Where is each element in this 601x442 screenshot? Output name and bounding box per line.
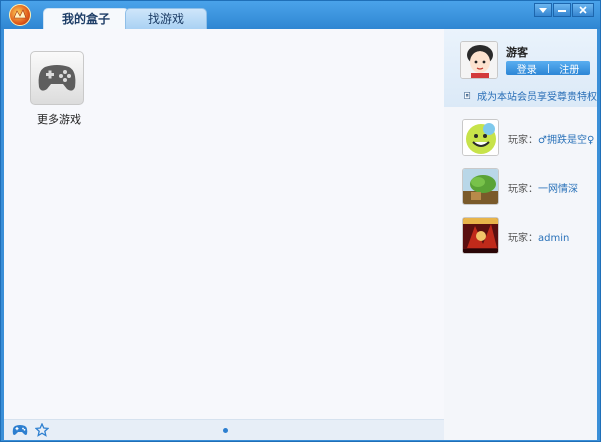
list-item[interactable]: 玩家：♂拥跌是空♀ — [462, 119, 597, 168]
auth-buttons: 登录 注册 — [506, 61, 591, 76]
list-item[interactable]: 玩家：一网情深 — [462, 168, 597, 217]
player-entry: 玩家：♂拥跌是空♀ — [508, 131, 594, 146]
user-profile-panel: 游客 登录 注册 成为本站会员享受尊贵特权 — [444, 29, 597, 107]
close-icon — [579, 6, 587, 14]
sidebar: 游客 登录 注册 成为本站会员享受尊贵特权 玩家：♂拥跌是空♀ 玩家：一网情深 … — [444, 29, 597, 440]
app-window: 我的盒子 找游戏 更多游戏 游客 登录 注册 成为本站会员享受尊贵特权 玩家：♂… — [0, 0, 601, 442]
player-name[interactable]: ♂拥跌是空♀ — [538, 135, 594, 146]
guest-avatar[interactable] — [460, 41, 498, 79]
minimize-button[interactable] — [553, 3, 571, 17]
tab-label: 我的盒子 — [61, 12, 110, 26]
game-tile-more-games[interactable]: 更多游戏 — [30, 51, 86, 127]
vip-promo-link[interactable]: 成为本站会员享受尊贵特权 — [464, 88, 597, 103]
register-button[interactable]: 注册 — [549, 61, 591, 76]
game-label: 更多游戏 — [37, 113, 81, 126]
gamepad-small-icon[interactable] — [12, 423, 28, 437]
minimize-icon — [558, 9, 566, 12]
tab-label: 找游戏 — [147, 12, 184, 26]
star-icon[interactable] — [35, 423, 49, 437]
app-logo-icon[interactable] — [9, 4, 31, 26]
player-name[interactable]: 一网情深 — [538, 184, 578, 195]
player-name[interactable]: admin — [538, 233, 569, 244]
list-item[interactable]: 玩家：admin — [462, 217, 597, 266]
game-box-area: 更多游戏 — [4, 29, 444, 440]
player-prefix: 玩家： — [508, 135, 538, 146]
red-dragon-icon[interactable] — [462, 217, 499, 254]
vip-promo-text: 成为本站会员享受尊贵特权 — [477, 92, 597, 103]
player-prefix: 玩家： — [508, 233, 538, 244]
player-prefix: 玩家： — [508, 184, 538, 195]
tree-landscape-icon[interactable] — [462, 168, 499, 205]
chevron-down-icon — [539, 7, 547, 13]
bottom-toolbar — [4, 419, 444, 440]
login-button[interactable]: 登录 — [506, 61, 548, 76]
player-entry: 玩家：admin — [508, 229, 569, 244]
member-card-icon — [464, 92, 471, 99]
gamepad-icon[interactable] — [30, 51, 84, 105]
player-entry: 玩家：一网情深 — [508, 180, 578, 195]
close-button[interactable] — [572, 3, 594, 17]
smiley-face-icon[interactable] — [462, 119, 499, 156]
content-area: 更多游戏 游客 登录 注册 成为本站会员享受尊贵特权 玩家：♂拥跌是空♀ 玩家：… — [4, 29, 597, 440]
username-label: 游客 — [506, 46, 528, 59]
window-controls — [533, 3, 594, 17]
tab-my-box[interactable]: 我的盒子 — [43, 8, 129, 29]
menu-dropdown-button[interactable] — [534, 3, 552, 17]
title-bar[interactable]: 我的盒子 找游戏 — [1, 1, 600, 29]
page-indicator-dot[interactable] — [223, 428, 228, 433]
online-player-list: 玩家：♂拥跌是空♀ 玩家：一网情深 玩家：admin — [462, 119, 597, 266]
tab-find-games[interactable]: 找游戏 — [125, 8, 207, 29]
